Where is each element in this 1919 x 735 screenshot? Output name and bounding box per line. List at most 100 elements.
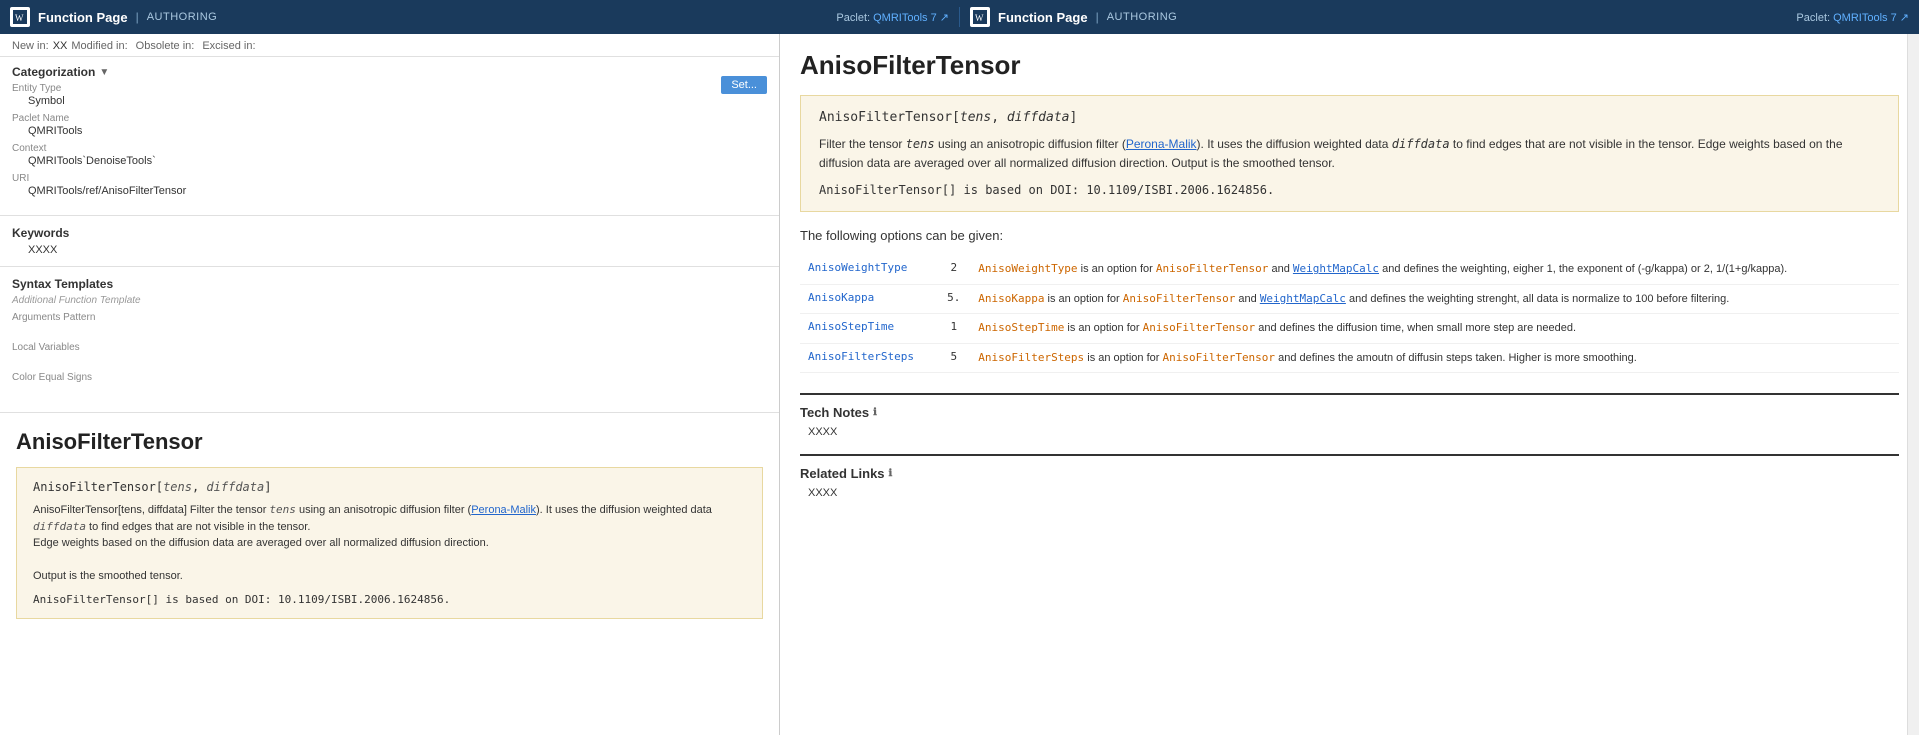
- entity-type-value: Symbol: [12, 95, 767, 107]
- opt-desc-link-0[interactable]: WeightMapCalc: [1293, 262, 1379, 275]
- header-title-left: Function Page: [38, 10, 128, 25]
- opt-desc-name-2: AnisoStepTime: [978, 321, 1064, 334]
- opt-desc-name-1: AnisoKappa: [978, 292, 1044, 305]
- right-content: AnisoFilterTensor AnisoFilterTensor[tens…: [780, 34, 1919, 735]
- paclet-link-left[interactable]: QMRITools 7 ↗: [873, 12, 949, 24]
- desc-link[interactable]: Perona-Malik: [471, 504, 536, 516]
- sig-arg2-left: diffdata: [206, 480, 264, 494]
- opt-name-0[interactable]: AnisoWeightType: [800, 255, 937, 284]
- right-doi-code: AnisoFilterTensor[]: [819, 183, 956, 197]
- right-code-sig: AnisoFilterTensor[tens, diffdata]: [819, 110, 1880, 125]
- modified-in-label: Modified in:: [71, 40, 127, 52]
- color-equal-label: Color Equal Signs: [12, 372, 767, 383]
- desc-text-6: Output is the smoothed tensor.: [33, 570, 183, 582]
- paclet-link-right[interactable]: QMRITools 7 ↗: [1833, 12, 1909, 24]
- desc-text-1: AnisoFilterTensor[tens, diffdata] Filter…: [33, 504, 269, 516]
- args-pattern-label: Arguments Pattern: [12, 312, 767, 323]
- context-label: Context: [12, 143, 767, 154]
- opt-value-0: 2: [937, 255, 970, 284]
- function-title: AnisoFilterTensor: [16, 429, 763, 455]
- table-row: AnisoStepTime 1 AnisoStepTime is an opti…: [800, 314, 1899, 344]
- app-container: W Function Page | AUTHORING Paclet: QMRI…: [0, 0, 1919, 735]
- right-desc-tens: tens: [906, 137, 935, 151]
- app-icon-right: W: [970, 7, 990, 27]
- opt-desc-func-0a: AnisoFilterTensor: [1156, 262, 1269, 275]
- paclet-name-label: Paclet Name: [12, 113, 767, 124]
- header-bar: W Function Page | AUTHORING Paclet: QMRI…: [0, 0, 1919, 34]
- opt-name-1[interactable]: AnisoKappa: [800, 284, 937, 314]
- opt-desc-func-3a: AnisoFilterTensor: [1162, 351, 1275, 364]
- args-pattern-group: Arguments Pattern: [12, 312, 767, 336]
- meta-row: New in: XX Modified in: Obsolete in: Exc…: [12, 40, 767, 52]
- opt-desc-name-0: AnisoWeightType: [978, 262, 1077, 275]
- color-equal-group: Color Equal Signs: [12, 372, 767, 396]
- right-scrollbar[interactable]: [1907, 34, 1919, 735]
- local-vars-group: Local Variables: [12, 342, 767, 366]
- context-value: QMRITools`DenoiseTools`: [12, 155, 767, 167]
- header-paclet-right: Paclet: QMRITools 7 ↗: [1796, 11, 1909, 24]
- right-desc-1: Filter the tensor: [819, 137, 906, 151]
- uri-group: URI QMRITools/ref/AnisoFilterTensor: [12, 173, 767, 197]
- right-sig-arg1: tens: [960, 110, 991, 125]
- color-equal-value: [12, 384, 767, 396]
- left-panel: New in: XX Modified in: Obsolete in: Exc…: [0, 34, 780, 735]
- paclet-name-value: QMRITools: [12, 125, 767, 137]
- right-sig-name: AnisoFilterTensor: [819, 110, 952, 125]
- opt-desc-func-1a: AnisoFilterTensor: [1123, 292, 1236, 305]
- code-signature-left: AnisoFilterTensor[tens, diffdata]: [33, 480, 746, 494]
- entity-type-group: Entity Type Symbol: [12, 83, 767, 107]
- opt-desc-0: AnisoWeightType is an option for AnisoFi…: [970, 255, 1899, 284]
- opt-desc-2: AnisoStepTime is an option for AnisoFilt…: [970, 314, 1899, 344]
- categorization-icon[interactable]: ▼: [99, 67, 109, 78]
- right-sig-arg2: diffdata: [1007, 110, 1070, 125]
- header-paclet-left: Paclet: QMRITools 7 ↗: [836, 11, 949, 24]
- tech-notes-icon[interactable]: ℹ: [873, 407, 877, 418]
- tech-notes-section: Tech Notes ℹ XXXX: [800, 393, 1899, 438]
- header-authoring-left: AUTHORING: [147, 11, 218, 23]
- related-links-section: Related Links ℹ XXXX: [800, 454, 1899, 499]
- related-links-icon[interactable]: ℹ: [889, 468, 893, 479]
- meta-section: New in: XX Modified in: Obsolete in: Exc…: [0, 34, 779, 57]
- right-desc-link[interactable]: Perona-Malik: [1126, 137, 1197, 151]
- desc-text-4: to find edges that are not visible in th…: [86, 521, 310, 533]
- related-links-value: XXXX: [800, 487, 1899, 499]
- desc-tens: tens: [269, 503, 296, 516]
- header-separator-right: |: [1096, 10, 1099, 24]
- svg-text:W: W: [15, 13, 24, 23]
- paclet-name-group: Paclet Name QMRITools: [12, 113, 767, 137]
- table-row: AnisoWeightType 2 AnisoWeightType is an …: [800, 255, 1899, 284]
- right-doi: AnisoFilterTensor[] is based on DOI: 10.…: [819, 183, 1880, 197]
- svg-text:W: W: [975, 13, 984, 23]
- keywords-header: Keywords: [12, 226, 767, 240]
- opt-desc-3: AnisoFilterSteps is an option for AnisoF…: [970, 343, 1899, 373]
- code-description-left: AnisoFilterTensor[tens, diffdata] Filter…: [33, 502, 746, 585]
- opt-value-3: 5: [937, 343, 970, 373]
- right-doi-text: is based on DOI: 10.1109/ISBI.2006.16248…: [964, 183, 1275, 197]
- right-description: Filter the tensor tens using an anisotro…: [819, 135, 1880, 173]
- new-in-value: XX: [53, 40, 68, 52]
- new-in-label: New in:: [12, 40, 49, 52]
- entity-type-label: Entity Type: [12, 83, 767, 94]
- right-title: AnisoFilterTensor: [800, 50, 1899, 81]
- header-title-right: Function Page: [998, 10, 1088, 25]
- opt-desc-link-1[interactable]: WeightMapCalc: [1260, 292, 1346, 305]
- set-button[interactable]: Set...: [721, 76, 767, 94]
- excised-in-label: Excised in:: [202, 40, 255, 52]
- local-vars-value: [12, 354, 767, 366]
- obsolete-in-label: Obsolete in:: [136, 40, 195, 52]
- divider-2: [0, 266, 779, 267]
- keywords-value: XXXX: [12, 244, 767, 256]
- header-separator-left: |: [136, 10, 139, 24]
- opt-value-1: 5.: [937, 284, 970, 314]
- opt-desc-func-2a: AnisoFilterTensor: [1143, 321, 1256, 334]
- opt-desc-1: AnisoKappa is an option for AnisoFilterT…: [970, 284, 1899, 314]
- uri-value: QMRITools/ref/AnisoFilterTensor: [12, 185, 767, 197]
- keywords-section: Keywords XXXX: [0, 220, 779, 262]
- syntax-sub-label: Additional Function Template: [12, 295, 767, 306]
- opt-name-2[interactable]: AnisoStepTime: [800, 314, 937, 344]
- code-box-left: AnisoFilterTensor[tens, diffdata] AnisoF…: [16, 467, 763, 619]
- opt-name-3[interactable]: AnisoFilterSteps: [800, 343, 937, 373]
- opt-value-2: 1: [937, 314, 970, 344]
- options-table: AnisoWeightType 2 AnisoWeightType is an …: [800, 255, 1899, 373]
- table-row: AnisoFilterSteps 5 AnisoFilterSteps is a…: [800, 343, 1899, 373]
